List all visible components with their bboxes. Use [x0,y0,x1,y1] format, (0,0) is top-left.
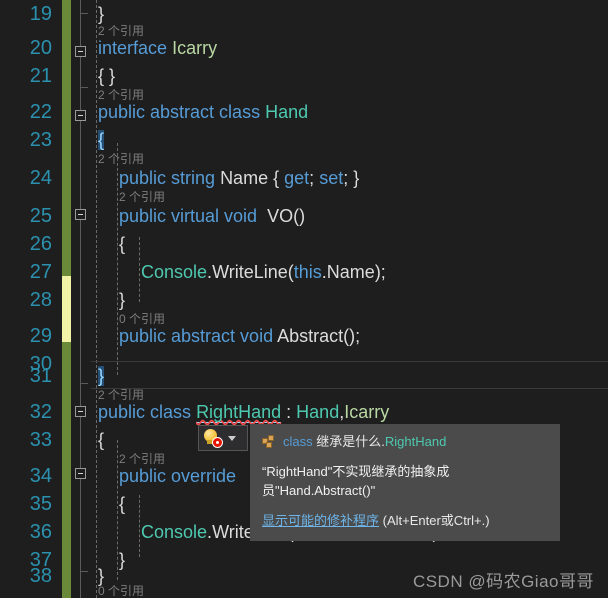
fold-toggle-line32[interactable] [75,406,86,417]
line-number: 24 [29,167,52,189]
line-number: 31 [29,365,52,387]
current-line-highlight [91,361,608,389]
line-number: 23 [29,129,52,151]
line-number: 20 [29,37,52,59]
indent-guide-2 [117,143,118,375]
change-bar-saved-top [62,0,71,276]
line-number: 28 [29,289,52,311]
folding-margin[interactable] [71,0,91,598]
code-line-34[interactable]: public override [119,462,236,490]
code-line-33[interactable]: { [98,426,104,454]
line-number: 29 [29,325,52,347]
indent-guide-3 [139,237,140,302]
code-line-29[interactable]: public abstract void Abstract(); [119,322,360,350]
line-number: 27 [29,261,52,283]
line-number: 26 [29,233,52,255]
chevron-down-icon[interactable] [228,435,236,441]
line-number: 32 [29,401,52,423]
fold-toggle-line25[interactable] [75,209,86,220]
code-line-20[interactable]: interface Icarry [98,34,217,62]
line-number: 35 [29,493,52,515]
line-number: 25 [29,205,52,227]
class-icon [262,435,277,449]
line-number: 38 [29,565,52,587]
lightbulb-error-icon [202,428,224,448]
code-line-22[interactable]: public abstract class Hand [98,98,308,126]
indent-guide-1 [96,0,97,598]
tooltip-fix-row: 显示可能的修补程序 (Alt+Enter或Ctrl+.) [262,512,548,531]
code-line-37[interactable]: } [119,546,125,574]
codelens-reference-count[interactable]: 0 个引用 [98,582,144,598]
line-number: 21 [29,65,52,87]
indent-guide-4 [117,440,118,580]
fold-toggle-line22[interactable] [75,110,86,121]
tooltip-namespace: 继承是什么. [316,434,385,449]
quick-actions-lightbulb-button[interactable] [198,425,248,451]
tooltip-type-name: RightHand [384,434,447,449]
tooltip-keyword: class [283,434,313,449]
change-bar-saved-bottom [62,342,71,598]
code-line-35[interactable]: { [119,490,125,518]
code-line-27[interactable]: Console.WriteLine(this.Name); [141,258,386,286]
line-number: 33 [29,429,52,451]
change-bar-unsaved [62,276,71,342]
indent-guide-5 [139,495,140,557]
code-line-26[interactable]: { [119,230,125,258]
line-number: 19 [29,3,52,25]
line-number: 34 [29,465,52,487]
line-number: 36 [29,521,52,543]
code-line-25[interactable]: public virtual void VO() [119,202,305,230]
fold-toggle-line20[interactable] [75,46,86,57]
watermark: CSDN @码农Giao哥哥 [412,572,594,591]
tooltip-signature: class 继承是什么.RightHand [283,433,446,452]
code-line-32[interactable]: public class RightHand : Hand,Icarry [98,398,389,426]
tooltip-signature-row: class 继承是什么.RightHand [262,433,548,452]
show-potential-fixes-link[interactable]: 显示可能的修补程序 [262,513,379,528]
fold-toggle-line34[interactable] [75,468,86,479]
change-indicator-bar [62,0,71,598]
line-number: 22 [29,101,52,123]
error-tooltip: class 继承是什么.RightHand “RightHand"不实现继承的抽… [250,424,560,542]
fix-shortcut-hint: (Alt+Enter或Ctrl+.) [382,512,490,528]
tooltip-error-message: “RightHand"不实现继承的抽象成员"Hand.Abstract()" [262,463,450,498]
